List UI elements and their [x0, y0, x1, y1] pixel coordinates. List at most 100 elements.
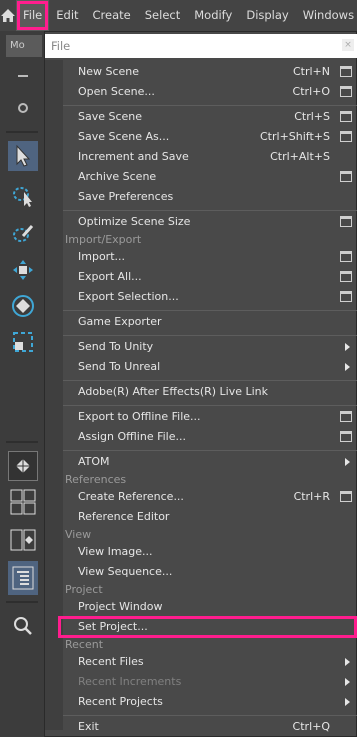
option-box-icon[interactable]	[340, 431, 352, 442]
shortcut-label: Ctrl+N	[292, 65, 330, 78]
menu-item-label: Open Scene...	[78, 85, 155, 98]
menu-item-reference-editor[interactable]: Reference Editor	[63, 507, 357, 527]
mode-tab[interactable]: Mo	[6, 35, 42, 57]
select-tool-icon[interactable]	[8, 141, 38, 171]
option-box-icon[interactable]	[340, 111, 352, 122]
left-toolbar: Mo	[0, 31, 44, 737]
menu-item-label: Send To Unreal	[78, 360, 161, 373]
menu-item-after-effects-live-link[interactable]: Adobe(R) After Effects(R) Live Link	[63, 382, 357, 402]
menu-item-label: New Scene	[78, 65, 140, 78]
menu-item-view-image[interactable]: View Image...	[63, 542, 357, 562]
menu-item-new-scene[interactable]: New Scene Ctrl+N	[63, 62, 357, 82]
section-project: Project	[65, 583, 103, 596]
menu-item-send-to-unreal[interactable]: Send To Unreal	[63, 357, 357, 377]
menu-windows[interactable]: Windows	[296, 0, 357, 31]
menu-item-export-all[interactable]: Export All...	[63, 267, 357, 287]
menu-item-label: Exit	[78, 720, 99, 733]
option-box-icon[interactable]	[340, 171, 352, 182]
menu-item-label: Send To Unity	[78, 340, 154, 353]
menu-item-archive-scene[interactable]: Archive Scene	[63, 167, 357, 187]
scale-tool-icon[interactable]	[8, 327, 38, 357]
menu-item-label: Project Window	[78, 600, 163, 613]
toolbar-divider	[6, 441, 38, 443]
paint-select-icon[interactable]	[8, 219, 38, 249]
menu-item-save-scene-as[interactable]: Save Scene As... Ctrl+Shift+S	[63, 127, 357, 147]
menu-select[interactable]: Select	[138, 0, 187, 31]
menu-item-set-project[interactable]: Set Project...	[58, 616, 357, 638]
menu-item-label: Recent Increments	[78, 675, 182, 688]
menu-item-save-scene[interactable]: Save Scene Ctrl+S	[63, 107, 357, 127]
menu-item-recent-projects[interactable]: Recent Projects	[63, 692, 357, 712]
menu-item-view-sequence[interactable]: View Sequence...	[63, 562, 357, 582]
menu-item-label: Reference Editor	[78, 510, 170, 523]
menu-item-label: View Sequence...	[78, 565, 173, 578]
layout-four-icon[interactable]	[8, 487, 38, 517]
menu-divider	[63, 715, 357, 716]
menu-divider	[63, 380, 357, 381]
menu-item-label: Import...	[78, 250, 125, 263]
menu-create[interactable]: Create	[86, 0, 138, 31]
menu-item-import[interactable]: Import...	[63, 247, 357, 267]
menu-title-bar[interactable]: File ×	[45, 34, 357, 58]
menu-item-game-exporter[interactable]: Game Exporter	[63, 312, 357, 332]
toolbar-divider	[6, 601, 38, 603]
outliner-layout-icon[interactable]	[8, 561, 38, 595]
menu-edit[interactable]: Edit	[49, 0, 85, 31]
menu-item-project-window[interactable]: Project Window	[63, 597, 357, 617]
maya-window: File Edit Create Select Modify Display W…	[0, 0, 357, 737]
menu-item-create-reference[interactable]: Create Reference... Ctrl+R	[63, 487, 357, 507]
option-box-icon[interactable]	[340, 491, 352, 502]
menu-item-increment-and-save[interactable]: Increment and Save Ctrl+Alt+S	[63, 147, 357, 167]
menu-item-export-selection[interactable]: Export Selection...	[63, 287, 357, 307]
menu-item-label: Save Preferences	[78, 190, 174, 203]
submenu-arrow-icon	[345, 658, 350, 666]
main-menubar: File Edit Create Select Modify Display W…	[0, 0, 357, 31]
submenu-arrow-icon	[345, 343, 350, 351]
option-box-icon[interactable]	[340, 216, 352, 227]
shortcut-label: Ctrl+R	[293, 490, 330, 503]
menu-item-label: Save Scene	[78, 110, 143, 123]
option-box-icon[interactable]	[340, 86, 352, 97]
option-box-icon[interactable]	[340, 271, 352, 282]
menu-item-export-offline-file[interactable]: Export to Offline File...	[63, 407, 357, 427]
gear-icon[interactable]	[8, 93, 38, 123]
menu-item-label: Game Exporter	[78, 315, 162, 328]
menu-item-send-to-unity[interactable]: Send To Unity	[63, 337, 357, 357]
menu-divider	[63, 405, 357, 406]
option-box-icon[interactable]	[340, 411, 352, 422]
menu-item-assign-offline-file[interactable]: Assign Offline File...	[63, 427, 357, 447]
option-box-icon[interactable]	[340, 131, 352, 142]
section-import-export: Import/Export	[65, 233, 142, 246]
option-box-icon[interactable]	[340, 66, 352, 77]
rotate-tool-icon[interactable]	[8, 291, 38, 321]
menu-item-label: Increment and Save	[78, 150, 189, 163]
option-box-icon[interactable]	[340, 291, 352, 302]
menu-item-save-preferences[interactable]: Save Preferences	[63, 187, 357, 207]
menu-file[interactable]: File	[16, 0, 50, 31]
menu-modify[interactable]: Modify	[187, 0, 239, 31]
shortcut-label: Ctrl+Q	[292, 720, 330, 733]
search-icon[interactable]	[8, 611, 38, 641]
menu-display[interactable]: Display	[239, 0, 295, 31]
home-icon[interactable]	[0, 0, 16, 31]
file-menu: File × New Scene Ctrl+N Open Scene... Ctrl…	[44, 31, 357, 737]
minus-icon[interactable]	[8, 61, 38, 91]
submenu-arrow-icon	[345, 458, 350, 466]
layout-two-icon[interactable]	[8, 525, 38, 555]
menu-divider	[63, 310, 357, 311]
menu-item-open-scene[interactable]: Open Scene... Ctrl+O	[63, 82, 357, 102]
menu-item-atom[interactable]: ATOM	[63, 452, 357, 472]
submenu-arrow-icon	[345, 363, 350, 371]
menu-item-label: Create Reference...	[78, 490, 184, 503]
menu-item-recent-files[interactable]: Recent Files	[63, 652, 357, 672]
menu-item-label: Assign Offline File...	[78, 430, 186, 443]
menu-item-optimize-scene-size[interactable]: Optimize Scene Size	[63, 212, 357, 232]
menu-divider	[63, 450, 357, 451]
layout-single-icon[interactable]	[8, 451, 38, 481]
option-box-icon[interactable]	[340, 251, 352, 262]
move-tool-icon[interactable]	[8, 255, 38, 285]
lasso-tool-icon[interactable]	[8, 181, 38, 211]
menu-divider	[63, 210, 357, 211]
menu-item-exit[interactable]: Exit Ctrl+Q	[63, 717, 357, 737]
close-icon[interactable]: ×	[342, 39, 354, 51]
